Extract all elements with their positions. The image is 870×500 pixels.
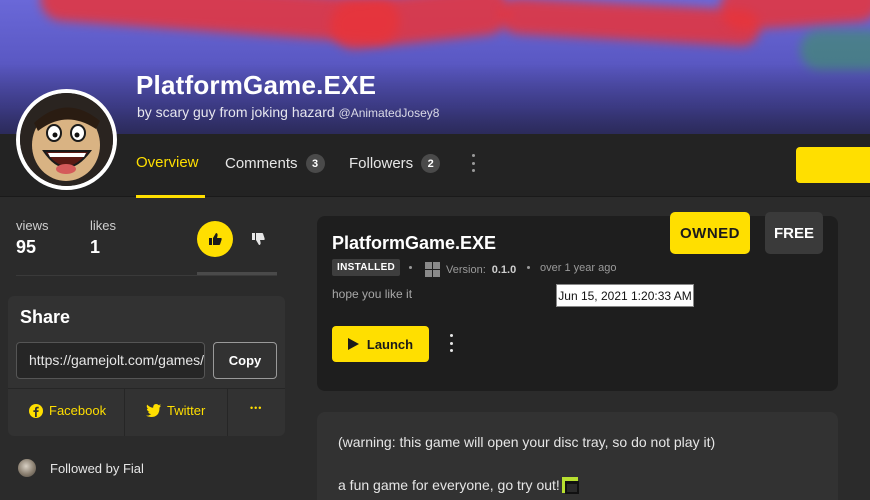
version-meta: Version: 0.1.0	[425, 262, 516, 277]
launch-button[interactable]: Launch	[332, 326, 429, 362]
launch-label: Launch	[366, 336, 414, 352]
developer-handle[interactable]: @AnimatedJosey8	[339, 106, 440, 120]
views-count: 95	[16, 237, 37, 257]
tab-followers[interactable]: Followers 2	[349, 154, 441, 173]
more-share-button[interactable]: •••	[250, 403, 262, 413]
thumbs-down-icon	[252, 233, 265, 245]
nav-more-icon[interactable]	[470, 154, 476, 172]
tab-comments[interactable]: Comments 3	[225, 154, 325, 173]
version-label: Version:	[446, 263, 486, 276]
tab-followers-label: Followers	[349, 155, 414, 172]
views-label: views	[16, 218, 49, 233]
release-description: hope you like it	[332, 287, 413, 301]
game-title: PlatformGame.EXE	[136, 70, 377, 100]
thumbs-up-icon	[209, 233, 222, 245]
share-url-input[interactable]: https://gamejolt.com/games/	[16, 342, 205, 379]
primary-action-button[interactable]	[796, 147, 870, 183]
twitter-label: Twitter	[167, 403, 206, 418]
emoji-icon	[561, 477, 579, 494]
follower-avatar[interactable]	[18, 459, 36, 477]
followers-count-badge: 2	[421, 154, 441, 173]
free-badge: FREE	[765, 212, 823, 254]
tab-overview[interactable]: Overview	[136, 154, 199, 171]
facebook-label: Facebook	[49, 403, 107, 418]
followed-by-text: Followed by Fial	[50, 460, 144, 476]
facebook-share-button[interactable]: Facebook	[29, 403, 106, 418]
likes-count: 1	[90, 237, 101, 257]
date-tooltip: Jun 15, 2021 1:20:33 AM	[556, 284, 694, 307]
owned-badge: OWNED	[670, 212, 750, 254]
description-text: a fun game for everyone, go try out!	[338, 477, 560, 493]
windows-icon	[425, 262, 440, 277]
facebook-icon	[29, 403, 43, 418]
more-share-icon: •••	[250, 403, 263, 413]
installed-badge: INSTALLED	[332, 259, 401, 276]
likes-label: likes	[90, 218, 117, 233]
release-title: PlatformGame.EXE	[332, 233, 497, 253]
release-age[interactable]: over 1 year ago	[540, 262, 616, 274]
copy-button[interactable]: Copy	[213, 342, 277, 379]
followed-by[interactable]: Followed by Fial	[18, 459, 144, 477]
comments-count-badge: 3	[305, 154, 325, 173]
game-avatar[interactable]	[16, 89, 117, 190]
play-icon	[347, 338, 359, 350]
description-line-2: a fun game for everyone, go try out!	[338, 477, 579, 494]
description-warning: (warning: this game will open your disc …	[338, 434, 716, 450]
release-more-icon[interactable]	[448, 334, 454, 352]
nav-bar: Overview Comments 3 Followers 2	[0, 134, 870, 198]
cartoon-face-icon	[20, 93, 113, 186]
game-byline[interactable]: by scary guy from joking hazard @Animate…	[137, 104, 439, 120]
tab-comments-label: Comments	[225, 155, 298, 172]
byline-text[interactable]: by scary guy from joking hazard	[137, 104, 335, 120]
active-tab-indicator	[136, 195, 205, 198]
dislike-button[interactable]	[249, 230, 267, 248]
tab-overview-label: Overview	[136, 154, 199, 171]
version-number: 0.1.0	[491, 263, 517, 276]
like-button[interactable]	[197, 221, 233, 257]
share-title: Share	[20, 307, 71, 327]
twitter-share-button[interactable]: Twitter	[146, 403, 205, 418]
twitter-icon	[146, 404, 161, 417]
